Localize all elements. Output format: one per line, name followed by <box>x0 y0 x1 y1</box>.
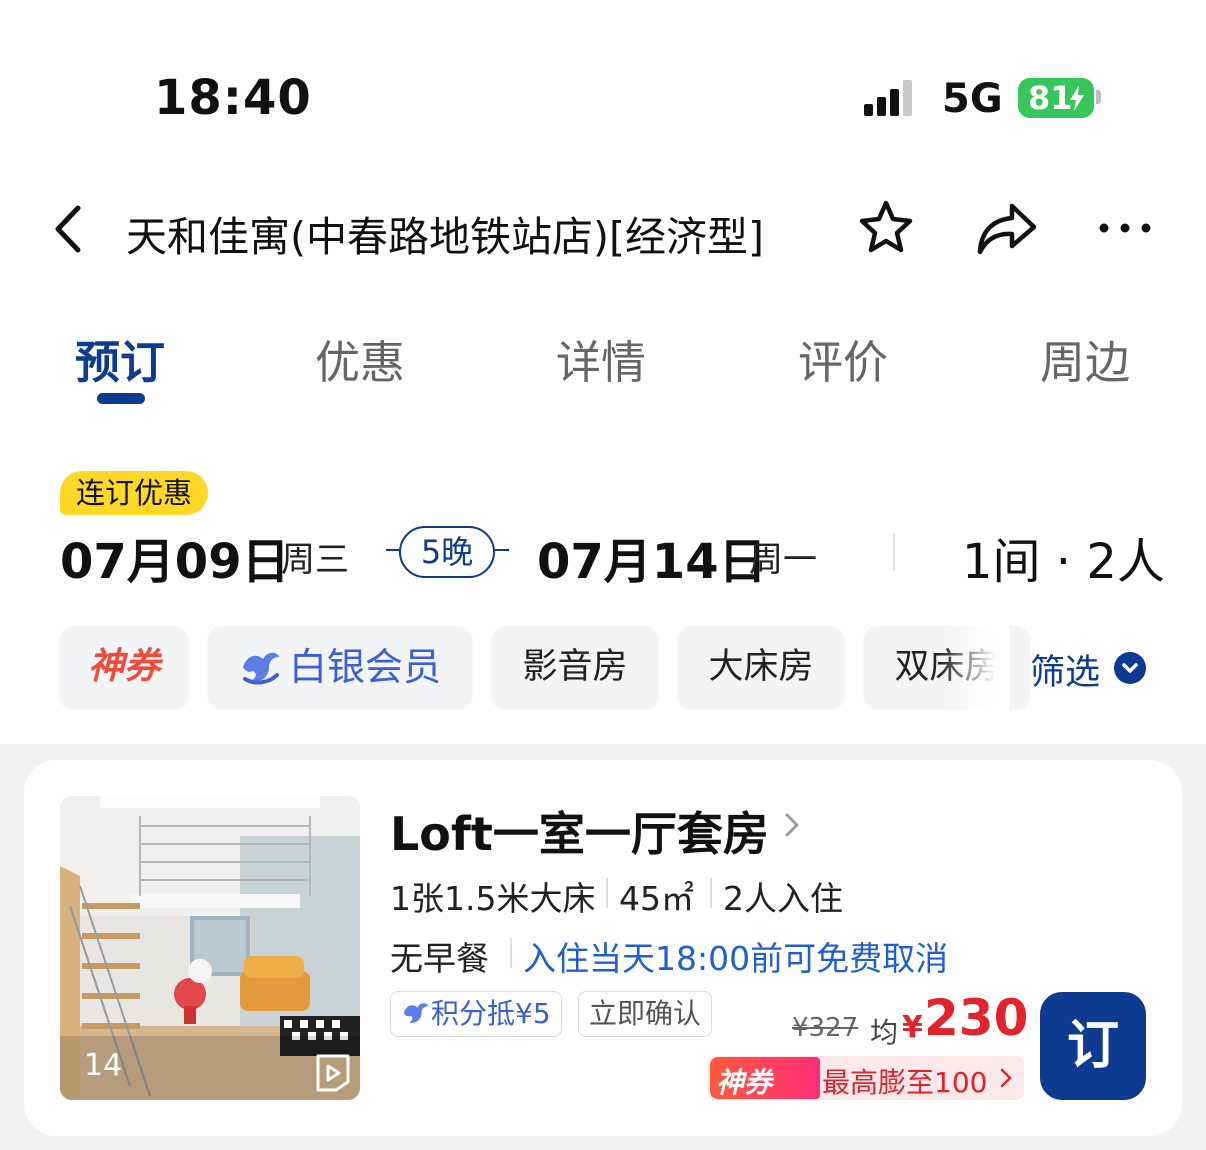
chevron-right-icon[interactable] <box>784 812 800 838</box>
photo-count: 14 <box>84 1048 123 1083</box>
star-icon <box>859 200 913 253</box>
signal-icon <box>864 80 912 116</box>
more-button[interactable] <box>1096 210 1154 246</box>
filter-chip-coupon[interactable]: 神券 <box>60 626 188 708</box>
battery-icon: 81 <box>1018 78 1094 118</box>
charging-bolt-icon <box>1070 85 1084 111</box>
divider <box>510 938 512 968</box>
points-tag: 积分抵¥5 <box>390 991 562 1037</box>
share-icon <box>977 203 1037 255</box>
nights-connector-right <box>495 549 509 551</box>
favorite-button[interactable] <box>856 198 916 258</box>
status-time: 18:40 <box>154 70 312 126</box>
rooms-guests[interactable]: 1间 · 2人 <box>962 522 1165 592</box>
instant-confirm-tag: 立即确认 <box>578 991 713 1037</box>
hotel-title: 天和佳寓(中春路地铁站店)[经济型] <box>126 213 764 261</box>
active-tab-indicator <box>97 393 145 404</box>
battery-cap <box>1096 90 1101 104</box>
divider <box>893 534 895 570</box>
tab-booking[interactable]: 预订 <box>75 326 165 391</box>
tab-offers[interactable]: 优惠 <box>315 326 405 391</box>
share-button[interactable] <box>974 200 1040 258</box>
book-button[interactable]: 订 <box>1040 992 1146 1100</box>
chip-label: 白银会员 <box>288 645 441 689</box>
tab-details[interactable]: 详情 <box>556 326 646 391</box>
room-name[interactable]: Loft一室一厅套房 <box>390 798 769 864</box>
tag-label: 积分抵¥5 <box>431 997 551 1030</box>
original-price: ¥327 <box>792 1013 859 1043</box>
price: 230 <box>924 989 1029 1047</box>
divider <box>606 878 608 908</box>
nights-count: 5晚 <box>399 526 495 578</box>
chevron-down-icon[interactable] <box>1114 652 1146 684</box>
nights-connector-left <box>386 549 400 551</box>
checkin-date[interactable]: 07月09日 <box>60 522 290 592</box>
avg-label: 均 <box>870 1016 899 1049</box>
checkout-date[interactable]: 07月14日 <box>537 522 767 592</box>
chip-label: 神券 <box>87 646 160 687</box>
cancel-policy[interactable]: 入住当天18:00前可免费取消 <box>523 932 948 980</box>
member-bird-icon <box>242 652 279 685</box>
room-bed: 1张1.5米大床 <box>390 879 596 918</box>
filter-chip-media-room[interactable]: 影音房 <box>492 626 658 708</box>
filter-chip-king-bed[interactable]: 大床房 <box>678 626 844 708</box>
more-icon <box>1099 223 1151 233</box>
network-type: 5G <box>942 76 1003 122</box>
back-button[interactable] <box>48 204 92 254</box>
price-currency: ¥ <box>902 1010 923 1045</box>
room-area: 45㎡ <box>619 879 694 918</box>
chevron-right-icon <box>1000 1068 1012 1088</box>
member-bird-icon <box>403 1003 429 1023</box>
tab-reviews[interactable]: 评价 <box>798 326 888 391</box>
battery-level: 81 <box>1028 79 1073 117</box>
coupon-promo-text: 最高膨至100 <box>822 1066 988 1099</box>
coupon-badge-label: 神券 <box>716 1066 773 1099</box>
room-occupancy: 2人入住 <box>723 879 843 918</box>
video-icon[interactable] <box>314 1052 352 1094</box>
divider <box>710 878 712 908</box>
chip-fade <box>940 620 1010 714</box>
filter-chip-silver-member[interactable]: 白银会员 <box>208 626 472 708</box>
back-arrow-icon <box>55 205 81 253</box>
tab-nearby[interactable]: 周边 <box>1040 326 1130 391</box>
checkout-weekday: 周一 <box>749 540 817 580</box>
consecutive-booking-badge: 连订优惠 <box>60 471 209 515</box>
filter-button[interactable]: 筛选 <box>1030 644 1100 695</box>
room-breakfast: 无早餐 <box>390 939 489 978</box>
checkin-weekday: 周三 <box>281 540 349 580</box>
